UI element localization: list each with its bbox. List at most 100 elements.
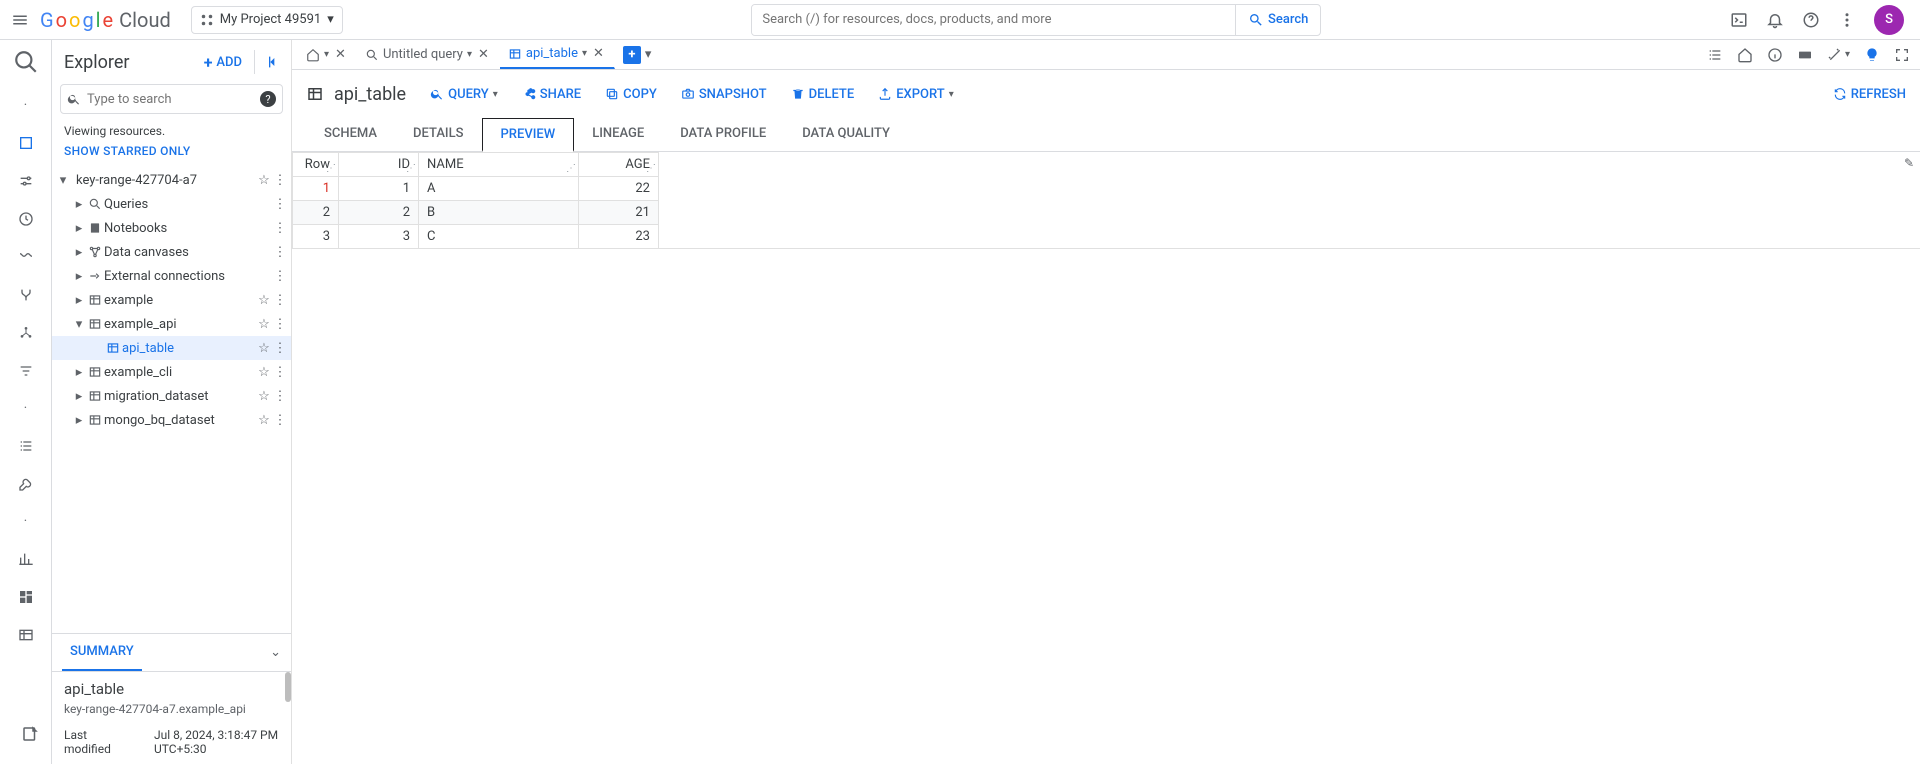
subtab-details[interactable]: DETAILS	[395, 118, 481, 151]
keyboard-icon[interactable]	[1797, 47, 1813, 63]
rail-dot-3[interactable]: ·	[24, 514, 27, 529]
caret-down-icon[interactable]: ▾	[467, 49, 472, 60]
search-input[interactable]	[752, 5, 1235, 35]
more-vert-icon[interactable]: ⋮	[273, 293, 287, 308]
copy-button[interactable]: COPY	[605, 87, 657, 102]
info-icon[interactable]	[1767, 47, 1783, 63]
more-vert-icon[interactable]: ⋮	[273, 413, 287, 428]
subtab-data-quality[interactable]: DATA QUALITY	[784, 118, 908, 151]
subtab-data-profile[interactable]: DATA PROFILE	[662, 118, 784, 151]
rail-icon-sliders[interactable]	[18, 173, 34, 189]
resize-handle-icon[interactable]: ⋰	[406, 163, 416, 174]
star-icon[interactable]: ☆	[255, 293, 273, 308]
refresh-button[interactable]: REFRESH	[1833, 87, 1906, 102]
more-vert-icon[interactable]	[1838, 11, 1856, 29]
cloud-shell-icon[interactable]	[1730, 11, 1748, 29]
scrollbar[interactable]	[285, 672, 291, 702]
magic-wand-icon[interactable]: ▾	[1827, 47, 1850, 63]
lightbulb-icon[interactable]	[1864, 47, 1880, 63]
chevron-right-icon[interactable]: ▸	[72, 197, 86, 212]
tab-home[interactable]: ▾ ✕	[298, 40, 357, 69]
rail-icon-dashboard[interactable]	[18, 589, 34, 605]
resize-handle-icon[interactable]: ⋰	[326, 163, 336, 174]
menu-icon[interactable]	[8, 8, 32, 32]
chevron-right-icon[interactable]: ▸	[72, 365, 86, 380]
more-vert-icon[interactable]: ⋮	[273, 221, 287, 236]
tab-api-table[interactable]: api_table ▾ ✕	[500, 40, 615, 69]
export-button[interactable]: EXPORT ▾	[878, 87, 954, 102]
rail-icon-stream[interactable]	[18, 249, 34, 265]
table-row[interactable]: 2 2 B 21	[293, 201, 659, 225]
rail-icon-square[interactable]	[18, 135, 34, 151]
more-vert-icon[interactable]: ⋮	[273, 173, 287, 188]
chevron-right-icon[interactable]: ▸	[72, 413, 86, 428]
collapse-panel-icon[interactable]	[254, 50, 281, 74]
share-button[interactable]: SHARE	[522, 87, 581, 102]
star-icon[interactable]: ☆	[255, 365, 273, 380]
subtab-lineage[interactable]: LINEAGE	[574, 118, 662, 151]
close-icon[interactable]: ✕	[333, 47, 348, 62]
caret-down-icon[interactable]: ▾	[324, 49, 329, 60]
col-name[interactable]: NAME⋰	[419, 153, 579, 177]
tree-external-connections[interactable]: ▸ External connections ⋮	[52, 264, 291, 288]
help-icon[interactable]	[1802, 11, 1820, 29]
edit-columns-icon[interactable]: ✎	[1904, 156, 1914, 170]
search-button[interactable]: Search	[1235, 5, 1320, 35]
resize-handle-icon[interactable]: ⋰	[646, 163, 656, 174]
query-button[interactable]: QUERY ▾	[430, 87, 498, 102]
close-icon[interactable]: ✕	[476, 47, 491, 62]
rail-icon-clock[interactable]	[18, 211, 34, 227]
more-vert-icon[interactable]: ⋮	[273, 365, 287, 380]
list-icon[interactable]	[1707, 47, 1723, 63]
rail-icon-chart[interactable]	[18, 551, 34, 567]
rail-icon-filter[interactable]	[18, 363, 34, 379]
table-row[interactable]: 3 3 C 23	[293, 225, 659, 249]
home-icon[interactable]	[1737, 47, 1753, 63]
table-row[interactable]: 1 1 A 22	[293, 177, 659, 201]
tree-example-api[interactable]: ▾ example_api ☆ ⋮	[52, 312, 291, 336]
notifications-icon[interactable]	[1766, 11, 1784, 29]
tree-migration-dataset[interactable]: ▸ migration_dataset ☆ ⋮	[52, 384, 291, 408]
tree-data-canvases[interactable]: ▸ Data canvases ⋮	[52, 240, 291, 264]
tree-queries[interactable]: ▸ Queries ⋮	[52, 192, 291, 216]
tree-notebooks[interactable]: ▸ Notebooks ⋮	[52, 216, 291, 240]
rail-icon-nodes[interactable]	[18, 325, 34, 341]
rail-icon-wrench[interactable]	[18, 476, 34, 492]
rail-icon-table[interactable]	[18, 627, 34, 643]
rail-dot-1[interactable]: ·	[24, 98, 27, 113]
chevron-right-icon[interactable]: ▸	[72, 245, 86, 260]
rail-icon-merge[interactable]	[18, 287, 34, 303]
bigquery-logo-icon[interactable]	[12, 48, 40, 76]
more-vert-icon[interactable]: ⋮	[273, 317, 287, 332]
chevron-right-icon[interactable]: ▸	[72, 221, 86, 236]
caret-down-icon[interactable]: ▾	[582, 48, 587, 59]
tree-api-table[interactable]: api_table ☆ ⋮	[52, 336, 291, 360]
chevron-down-icon[interactable]: ▾	[72, 317, 86, 332]
col-row[interactable]: Row⋰	[293, 153, 339, 177]
tab-untitled-query[interactable]: Untitled query ▾ ✕	[357, 40, 500, 69]
fullscreen-icon[interactable]	[1894, 47, 1910, 63]
summary-tab[interactable]: SUMMARY	[62, 634, 142, 671]
chevron-right-icon[interactable]: ▸	[72, 269, 86, 284]
new-note-icon[interactable]	[16, 720, 44, 748]
star-icon[interactable]: ☆	[255, 173, 273, 188]
rail-dot-2[interactable]: ·	[24, 401, 27, 416]
close-icon[interactable]: ✕	[591, 46, 606, 61]
star-icon[interactable]: ☆	[255, 341, 273, 356]
new-tab-button[interactable]: +	[623, 46, 641, 64]
new-tab-dropdown[interactable]: ▾	[645, 47, 652, 62]
more-vert-icon[interactable]: ⋮	[273, 269, 287, 284]
tree-example[interactable]: ▸ example ☆ ⋮	[52, 288, 291, 312]
tree-mongo-dataset[interactable]: ▸ mongo_bq_dataset ☆ ⋮	[52, 408, 291, 432]
chevron-down-icon[interactable]: ⌄	[270, 645, 281, 660]
subtab-preview[interactable]: PREVIEW	[482, 118, 575, 152]
col-id[interactable]: ID⋰	[339, 153, 419, 177]
rail-icon-list[interactable]	[18, 438, 34, 454]
add-button[interactable]: + ADD	[204, 53, 242, 72]
tree-example-cli[interactable]: ▸ example_cli ☆ ⋮	[52, 360, 291, 384]
star-icon[interactable]: ☆	[255, 317, 273, 332]
more-vert-icon[interactable]: ⋮	[273, 197, 287, 212]
explorer-search-input[interactable]	[87, 92, 254, 107]
chevron-down-icon[interactable]: ▾	[56, 173, 70, 188]
more-vert-icon[interactable]: ⋮	[273, 245, 287, 260]
